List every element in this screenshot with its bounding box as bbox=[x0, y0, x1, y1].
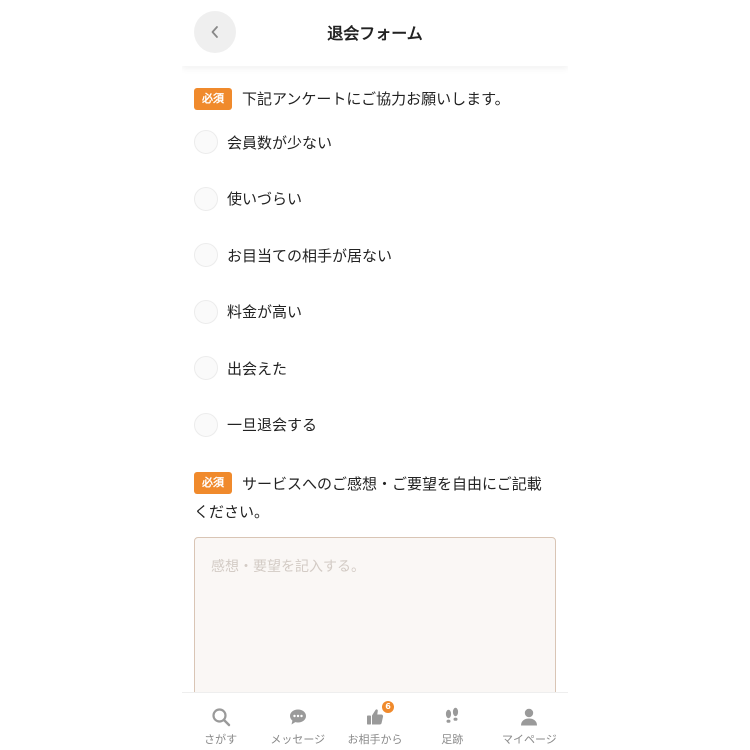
radio-button[interactable] bbox=[194, 130, 218, 155]
survey-options: 会員数が少ない 使いづらい お目当ての相手が居ない 料金が高い 出会えた 一旦退… bbox=[194, 114, 556, 453]
footprints-icon bbox=[441, 707, 463, 727]
option-label: 料金が高い bbox=[227, 303, 303, 322]
page-title: 退会フォーム bbox=[327, 24, 423, 43]
option-no-desired-partner[interactable]: お目当ての相手が居ない bbox=[194, 227, 556, 284]
tab-search[interactable]: さがす bbox=[182, 693, 259, 750]
tab-label: お相手から bbox=[347, 733, 403, 746]
app-screen: 退会フォーム 必須 下記アンケートにご協力お願いします。 会員数が少ない 使いづ… bbox=[182, 0, 568, 750]
radio-button[interactable] bbox=[194, 412, 218, 437]
tab-messages[interactable]: メッセージ bbox=[259, 693, 336, 750]
tab-footprints[interactable]: 足跡 bbox=[414, 693, 491, 750]
question-feedback: 必須 サービスへのご感想・ご要望を自由にご記載ください。 bbox=[194, 470, 556, 526]
question-survey: 必須 下記アンケートにご協力お願いします。 bbox=[194, 88, 556, 110]
form-content: 必須 下記アンケートにご協力お願いします。 会員数が少ない 使いづらい お目当て… bbox=[194, 66, 556, 737]
tab-mypage[interactable]: マイページ bbox=[491, 693, 568, 750]
tab-label: 足跡 bbox=[441, 733, 464, 746]
option-met-someone[interactable]: 出会えた bbox=[194, 340, 556, 397]
question-survey-text: 下記アンケートにご協力お願いします。 bbox=[242, 90, 510, 108]
tab-from-partners[interactable]: 6 お相手から bbox=[336, 693, 413, 750]
search-icon bbox=[210, 707, 232, 727]
tab-label: さがす bbox=[204, 733, 238, 746]
required-badge: 必須 bbox=[194, 472, 232, 494]
thumbs-up-icon: 6 bbox=[364, 701, 394, 727]
option-expensive[interactable]: 料金が高い bbox=[194, 284, 556, 341]
option-label: 一旦退会する bbox=[227, 416, 318, 435]
person-icon bbox=[518, 707, 540, 727]
option-label: 出会えた bbox=[227, 359, 288, 378]
notification-badge: 6 bbox=[382, 701, 394, 713]
option-label: 会員数が少ない bbox=[227, 133, 333, 152]
radio-button[interactable] bbox=[194, 299, 218, 324]
radio-button[interactable] bbox=[194, 186, 218, 211]
chat-icon bbox=[287, 707, 309, 727]
tab-label: メッセージ bbox=[270, 733, 326, 746]
radio-button[interactable] bbox=[194, 243, 218, 268]
option-hard-to-use[interactable]: 使いづらい bbox=[194, 171, 556, 228]
option-label: 使いづらい bbox=[227, 190, 303, 209]
tab-label: マイページ bbox=[502, 733, 557, 746]
header: 退会フォーム bbox=[182, 0, 568, 66]
radio-button[interactable] bbox=[194, 356, 218, 381]
option-label: お目当ての相手が居ない bbox=[227, 246, 393, 265]
required-badge: 必須 bbox=[194, 88, 232, 110]
bottom-tab-bar: さがす メッセージ 6 お相手から 足跡 マイページ bbox=[182, 692, 568, 750]
option-few-members[interactable]: 会員数が少ない bbox=[194, 114, 556, 171]
question-feedback-text: サービスへのご感想・ご要望を自由にご記載ください。 bbox=[194, 475, 542, 521]
option-temporary-leave[interactable]: 一旦退会する bbox=[194, 397, 556, 454]
